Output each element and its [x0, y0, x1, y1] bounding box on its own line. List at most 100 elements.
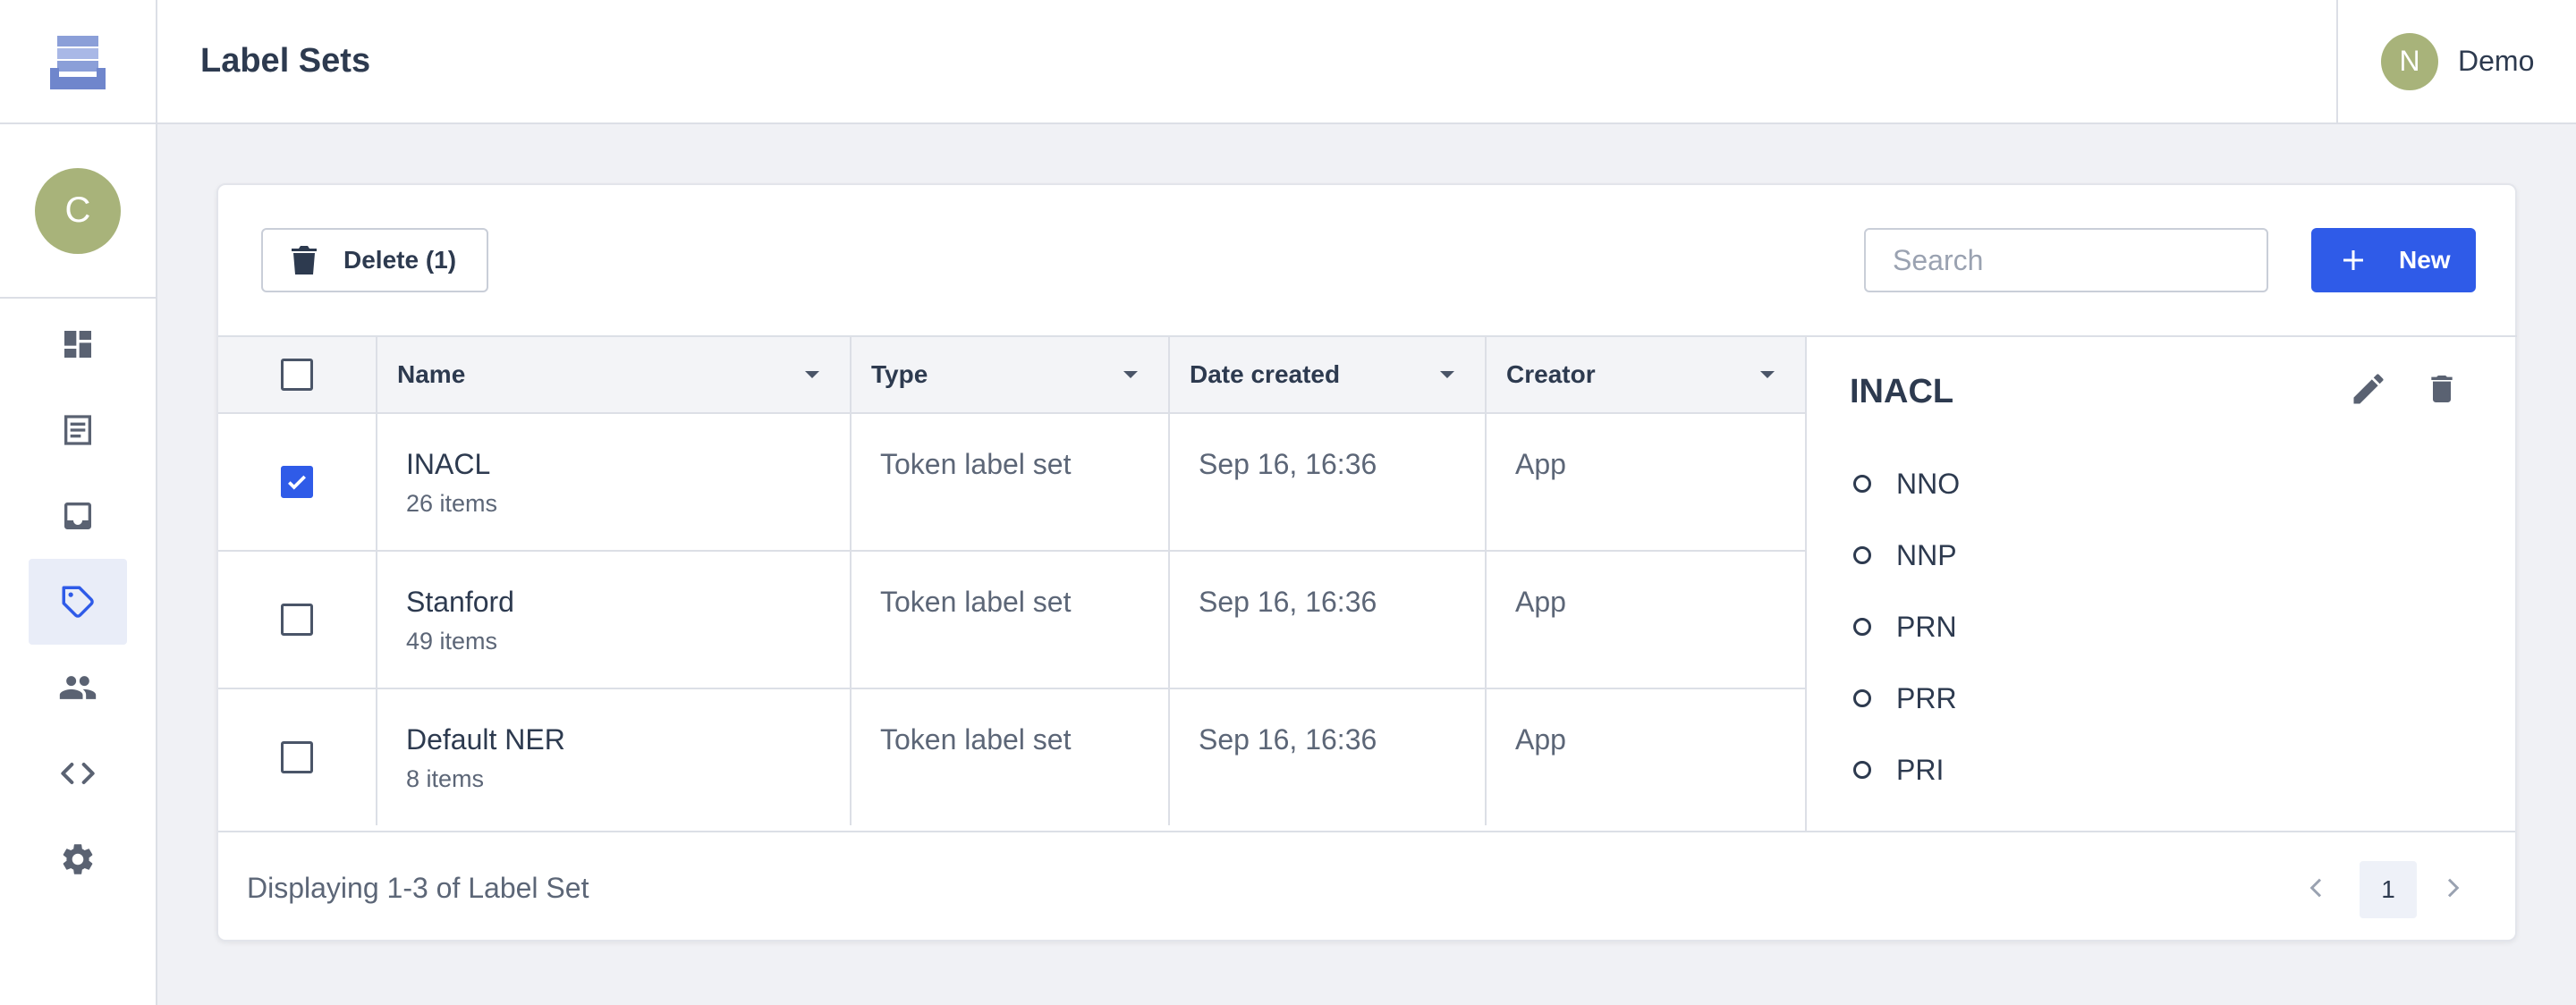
sidebar-item-documents[interactable] — [29, 387, 127, 473]
row-select-cell — [218, 414, 377, 550]
table-header: Name Type Date created Creator — [218, 337, 1805, 414]
detail-title: INACL — [1850, 373, 1954, 410]
label-dot-icon — [1853, 546, 1871, 564]
row-name-cell: Stanford 49 items — [377, 552, 852, 688]
sidebar-avatar-section: C — [0, 124, 156, 299]
new-button-label: New — [2399, 246, 2451, 274]
inbox-icon — [64, 502, 91, 529]
code-icon — [61, 763, 95, 784]
table-row[interactable]: Default NER 8 items Token label set Sep … — [218, 689, 1805, 827]
user-name: Demo — [2458, 45, 2535, 77]
sidebar-item-settings[interactable] — [29, 816, 127, 902]
gear-icon — [63, 844, 93, 874]
row-name: Default NER — [406, 723, 565, 756]
table-row[interactable]: INACL 26 items Token label set Sep 16, 1… — [218, 414, 1805, 552]
row-date: Sep 16, 16:36 — [1170, 689, 1487, 825]
page-title: Label Sets — [200, 42, 371, 80]
sort-caret-icon[interactable] — [1760, 371, 1775, 378]
row-type: Token label set — [852, 552, 1170, 688]
column-header-name-label: Name — [397, 360, 466, 388]
delete-label-set-button[interactable] — [2424, 369, 2460, 413]
row-checkbox[interactable] — [281, 604, 313, 636]
page-number-button[interactable]: 1 — [2360, 861, 2417, 918]
label-sets-table: Name Type Date created Creator INACL 26 … — [218, 335, 1805, 831]
label-item: NNP — [1853, 537, 1957, 573]
chevron-left-icon — [2309, 878, 2322, 898]
label-item: PRN — [1853, 609, 1957, 645]
next-page-button[interactable] — [2438, 874, 2467, 907]
row-type: Token label set — [852, 414, 1170, 550]
row-checkbox[interactable] — [281, 741, 313, 773]
sidebar-item-api[interactable] — [29, 731, 127, 816]
select-all-checkbox[interactable] — [281, 359, 313, 391]
sort-caret-icon[interactable] — [805, 371, 819, 378]
trash-icon — [2431, 376, 2453, 402]
label-dot-icon — [1853, 689, 1871, 707]
label-item: NNO — [1853, 466, 1960, 502]
users-icon — [59, 676, 97, 699]
sidebar-item-users[interactable] — [29, 645, 127, 731]
sidebar-item-inbox[interactable] — [29, 473, 127, 559]
archive-logo-icon — [50, 35, 106, 89]
label-dot-icon — [1853, 618, 1871, 636]
label-item-text: PRN — [1896, 610, 1957, 643]
checkmark-icon — [288, 475, 306, 490]
table-footer: Displaying 1-3 of Label Set 1 — [218, 831, 2515, 942]
label-dot-icon — [1853, 475, 1871, 493]
column-header-date-created[interactable]: Date created — [1170, 337, 1487, 412]
sidebar-item-dashboard[interactable] — [29, 301, 127, 387]
row-name-cell: INACL 26 items — [377, 414, 852, 550]
document-list-icon — [64, 415, 91, 445]
edit-button[interactable] — [2349, 369, 2388, 413]
search-input[interactable] — [1893, 243, 2268, 277]
sort-caret-icon[interactable] — [1440, 371, 1454, 378]
sort-caret-icon[interactable] — [1123, 371, 1138, 378]
column-header-type-label: Type — [871, 360, 928, 388]
trash-icon — [292, 246, 317, 274]
label-sets-card: Delete (1) New Name Type Date created — [216, 183, 2517, 942]
column-header-name[interactable]: Name — [377, 337, 852, 412]
label-item: PRI — [1853, 752, 1944, 788]
sidebar-item-label-sets[interactable] — [29, 559, 127, 645]
row-name: Stanford — [406, 586, 514, 618]
tag-icon — [62, 586, 94, 618]
user-menu[interactable]: N Demo — [2336, 0, 2576, 122]
label-item-text: NNO — [1896, 467, 1961, 500]
workspace-avatar[interactable]: C — [35, 167, 121, 254]
label-item-text: NNP — [1896, 538, 1957, 571]
chevron-right-icon — [2447, 878, 2460, 898]
label-dot-icon — [1853, 761, 1871, 779]
sidebar: C — [0, 124, 157, 1005]
label-item: PRR — [1853, 680, 1957, 716]
row-creator: App — [1515, 448, 1566, 480]
label-set-detail-panel: INACL NNO NNP PRN PRR PRI — [1805, 335, 2517, 831]
column-header-creator[interactable]: Creator — [1487, 337, 1805, 412]
row-checkbox-checked[interactable] — [281, 466, 313, 498]
label-item-text: PRI — [1896, 753, 1945, 786]
dashboard-icon — [64, 331, 91, 358]
delete-button[interactable]: Delete (1) — [261, 228, 488, 292]
row-date: Sep 16, 16:36 — [1170, 414, 1487, 550]
column-header-date-label: Date created — [1190, 360, 1341, 388]
row-item-count: 26 items — [406, 490, 498, 517]
pencil-icon — [2353, 374, 2384, 404]
top-header: Label Sets N Demo — [0, 0, 2576, 124]
row-item-count: 8 items — [406, 765, 485, 792]
row-select-cell — [218, 552, 377, 688]
table-row[interactable]: Stanford 49 items Token label set Sep 16… — [218, 552, 1805, 689]
row-name: INACL — [406, 448, 491, 480]
pagination-summary: Displaying 1-3 of Label Set — [247, 872, 589, 904]
previous-page-button[interactable] — [2302, 874, 2331, 907]
column-header-creator-label: Creator — [1506, 360, 1596, 388]
user-avatar: N — [2381, 32, 2438, 90]
search-box[interactable] — [1864, 228, 2268, 292]
column-header-type[interactable]: Type — [852, 337, 1170, 412]
delete-button-label: Delete (1) — [343, 246, 457, 274]
new-button[interactable]: New — [2311, 228, 2476, 292]
row-date: Sep 16, 16:36 — [1170, 552, 1487, 688]
plus-icon — [2343, 250, 2363, 270]
row-item-count: 49 items — [406, 628, 498, 655]
row-type: Token label set — [852, 689, 1170, 825]
row-select-cell — [218, 689, 377, 825]
app-logo[interactable] — [0, 0, 157, 122]
